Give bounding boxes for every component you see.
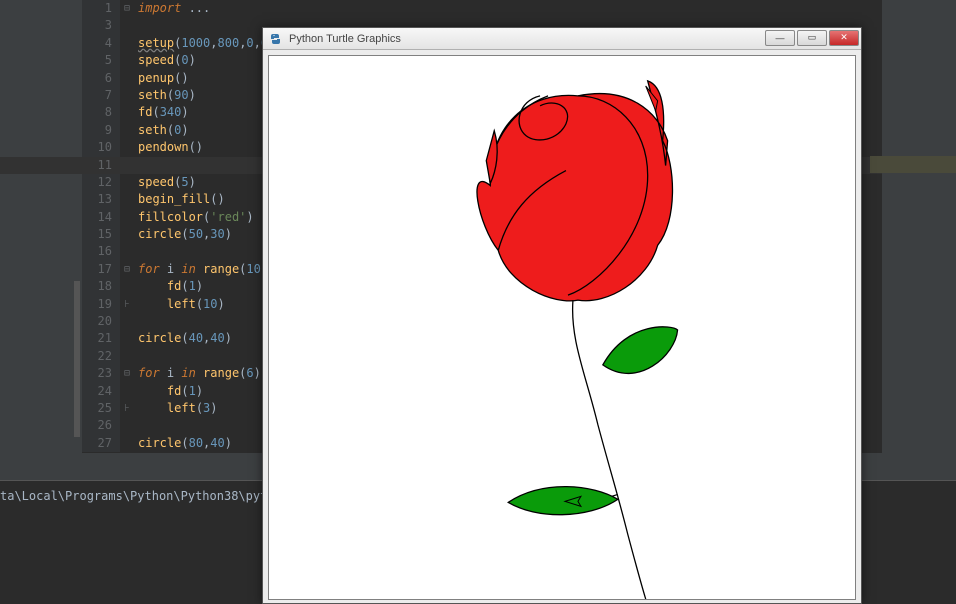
code-text[interactable]: circle(80,40) <box>134 435 232 452</box>
line-number: 8 <box>82 104 120 121</box>
rose-drawing <box>269 56 855 599</box>
window-controls: — ▭ ✕ <box>765 32 861 46</box>
fold-indicator <box>120 52 134 69</box>
fold-indicator[interactable]: ⊦ <box>120 296 134 313</box>
line-number: 25 <box>82 400 120 417</box>
fold-indicator <box>120 191 134 208</box>
line-number: 1 <box>82 0 120 17</box>
code-text[interactable]: fillcolor('red') <box>134 209 254 226</box>
line-number: 24 <box>82 383 120 400</box>
fold-indicator <box>120 417 134 434</box>
fold-indicator <box>120 243 134 260</box>
fold-indicator <box>120 139 134 156</box>
fold-indicator[interactable]: ⊟ <box>120 261 134 278</box>
fold-indicator[interactable]: ⊟ <box>120 365 134 382</box>
code-text[interactable] <box>134 157 138 174</box>
code-text[interactable]: import ... <box>134 0 210 17</box>
code-text[interactable]: seth(0) <box>134 122 189 139</box>
fold-indicator <box>120 70 134 87</box>
line-number: 15 <box>82 226 120 243</box>
line-number: 14 <box>82 209 120 226</box>
line-number: 3 <box>82 17 120 34</box>
code-text[interactable]: begin_fill() <box>134 191 225 208</box>
fold-indicator <box>120 226 134 243</box>
current-line-highlight <box>0 157 82 174</box>
line-number: 27 <box>82 435 120 452</box>
minimize-button[interactable]: — <box>765 30 795 46</box>
line-number: 7 <box>82 87 120 104</box>
code-text[interactable]: circle(50,30) <box>134 226 232 243</box>
fold-indicator <box>120 17 134 34</box>
fold-indicator <box>120 157 134 174</box>
line-number: 17 <box>82 261 120 278</box>
code-text[interactable] <box>134 17 138 34</box>
fold-indicator <box>120 87 134 104</box>
line-number: 5 <box>82 52 120 69</box>
breakpoint-gutter[interactable] <box>74 281 80 437</box>
line-number: 12 <box>82 174 120 191</box>
fold-indicator <box>120 435 134 452</box>
code-text[interactable]: left(3) <box>134 400 218 417</box>
turtle-graphics-window[interactable]: Python Turtle Graphics — ▭ ✕ <box>262 27 862 604</box>
fold-indicator[interactable]: ⊦ <box>120 400 134 417</box>
line-number: 22 <box>82 348 120 365</box>
fold-indicator <box>120 330 134 347</box>
fold-indicator <box>120 383 134 400</box>
line-marker <box>870 156 956 173</box>
code-line[interactable]: 1⊟import ... <box>82 0 882 17</box>
fold-indicator <box>120 209 134 226</box>
code-text[interactable]: circle(40,40) <box>134 330 232 347</box>
code-text[interactable] <box>134 243 138 260</box>
fold-indicator <box>120 104 134 121</box>
code-text[interactable]: fd(1) <box>134 383 203 400</box>
line-number: 19 <box>82 296 120 313</box>
code-text[interactable]: setup(1000,800,0,0 <box>134 35 268 52</box>
line-number: 13 <box>82 191 120 208</box>
code-text[interactable]: seth(90) <box>134 87 196 104</box>
code-text[interactable] <box>134 313 138 330</box>
fold-indicator <box>120 35 134 52</box>
code-text[interactable]: for i in range(10) <box>134 261 268 278</box>
code-text[interactable]: speed(0) <box>134 52 196 69</box>
line-number: 9 <box>82 122 120 139</box>
code-text[interactable]: left(10) <box>134 296 225 313</box>
code-text[interactable]: pendown() <box>134 139 203 156</box>
line-number: 23 <box>82 365 120 382</box>
close-button[interactable]: ✕ <box>829 30 859 46</box>
code-text[interactable] <box>134 417 138 434</box>
line-number: 18 <box>82 278 120 295</box>
fold-indicator <box>120 313 134 330</box>
window-title: Python Turtle Graphics <box>289 33 401 45</box>
code-text[interactable]: penup() <box>134 70 189 87</box>
code-text[interactable]: speed(5) <box>134 174 196 191</box>
fold-indicator[interactable]: ⊟ <box>120 0 134 17</box>
line-number: 21 <box>82 330 120 347</box>
fold-indicator <box>120 278 134 295</box>
line-number: 16 <box>82 243 120 260</box>
code-text[interactable]: for i in range(6): <box>134 365 268 382</box>
line-number: 11 <box>82 157 120 174</box>
fold-indicator <box>120 122 134 139</box>
code-text[interactable] <box>134 348 138 365</box>
python-icon <box>269 32 283 46</box>
line-number: 20 <box>82 313 120 330</box>
fold-indicator <box>120 174 134 191</box>
line-number: 4 <box>82 35 120 52</box>
maximize-button[interactable]: ▭ <box>797 30 827 46</box>
window-titlebar[interactable]: Python Turtle Graphics — ▭ ✕ <box>263 28 861 50</box>
line-number: 10 <box>82 139 120 156</box>
line-number: 26 <box>82 417 120 434</box>
line-number: 6 <box>82 70 120 87</box>
turtle-canvas <box>268 55 856 600</box>
code-text[interactable]: fd(340) <box>134 104 189 121</box>
code-text[interactable]: fd(1) <box>134 278 203 295</box>
fold-indicator <box>120 348 134 365</box>
